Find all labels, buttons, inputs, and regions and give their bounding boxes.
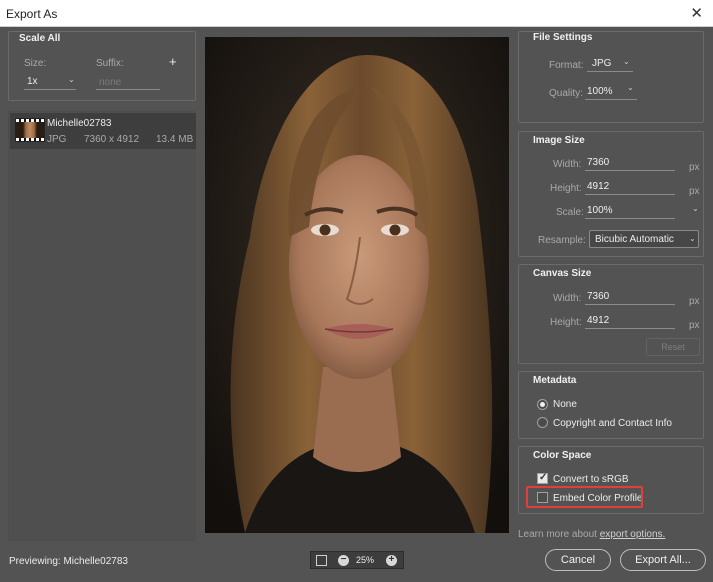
zoom-out-icon[interactable]: − [338, 555, 349, 566]
format-value: JPG [592, 58, 612, 69]
cancel-button[interactable]: Cancel [545, 549, 611, 571]
suffix-input[interactable]: none [96, 75, 160, 90]
metadata-title: Metadata [533, 375, 577, 386]
zoom-controls: − 25% + [310, 551, 404, 569]
chevron-down-icon: ⌄ [623, 57, 630, 66]
scale-input[interactable]: 100% [585, 205, 675, 219]
previewing-label: Previewing: Michelle02783 [9, 556, 128, 567]
metadata-none-label: None [553, 399, 577, 410]
chevron-down-icon: ⌄ [689, 234, 696, 243]
scale-all-title: Scale All [19, 33, 61, 44]
chevron-down-icon[interactable]: ⌄ [692, 204, 699, 213]
learn-more-text: Learn more about export options. [518, 529, 665, 540]
resample-label: Resample: [538, 235, 586, 246]
metadata-none-radio[interactable] [537, 399, 548, 410]
image-width-input[interactable]: 7360 [585, 157, 675, 171]
image-height-unit: px [689, 186, 700, 197]
canvas-height-input[interactable]: 4912 [585, 315, 675, 329]
scale-label: Scale: [556, 207, 584, 218]
chevron-down-icon: ⌄ [627, 83, 634, 92]
image-size-title: Image Size [533, 135, 585, 146]
canvas-height-label: Height: [550, 317, 582, 328]
image-preview[interactable] [205, 37, 509, 533]
size-dropdown[interactable]: 1x ⌄ [24, 75, 76, 90]
file-settings-title: File Settings [533, 32, 593, 43]
file-format: JPG [47, 134, 67, 145]
file-settings-group: File Settings Format: JPG ⌄ Quality: 100… [518, 31, 704, 123]
left-panel: Scale All Size: Suffix: + 1x ⌄ none Mich… [8, 31, 196, 541]
close-icon[interactable]: ✕ [690, 4, 703, 22]
scale-all-group: Scale All Size: Suffix: + 1x ⌄ none [8, 31, 196, 101]
chevron-down-icon: ⌄ [68, 75, 75, 84]
image-width-unit: px [689, 162, 700, 173]
file-size: 13.4 MB [156, 134, 194, 145]
title-bar: Export As ✕ [0, 0, 713, 27]
export-all-button[interactable]: Export All... [620, 549, 706, 571]
canvas-height-unit: px [689, 320, 700, 331]
canvas-width-label: Width: [553, 293, 582, 304]
canvas-width-unit: px [689, 296, 700, 307]
color-space-title: Color Space [533, 450, 592, 461]
file-list: Michelle02783 JPG 7360 x 4912 13.4 MB [8, 111, 196, 541]
format-dropdown[interactable]: JPG ⌄ [587, 56, 633, 72]
image-height-input[interactable]: 4912 [585, 181, 675, 195]
suffix-label: Suffix: [96, 58, 124, 69]
size-label: Size: [24, 58, 47, 69]
learn-more-prefix: Learn more about [518, 529, 597, 540]
quality-label: Quality: [549, 88, 583, 99]
file-dimensions: 7360 x 4912 [84, 134, 140, 145]
file-thumbnail [15, 118, 45, 142]
quality-value: 100% [587, 86, 613, 97]
metadata-copyright-radio[interactable] [537, 417, 548, 428]
export-options-link[interactable]: export options. [600, 529, 666, 540]
highlight-box [526, 486, 643, 508]
convert-srgb-label: Convert to sRGB [553, 474, 629, 485]
resample-value: Bicubic Automatic [595, 234, 674, 245]
fit-to-window-icon[interactable] [316, 555, 327, 566]
zoom-level: 25% [356, 555, 375, 565]
add-scale-icon[interactable]: + [169, 54, 177, 69]
portrait-image [205, 37, 509, 533]
convert-srgb-checkbox[interactable] [537, 472, 548, 484]
metadata-copyright-label: Copyright and Contact Info [553, 418, 672, 429]
list-item[interactable]: Michelle02783 JPG 7360 x 4912 13.4 MB [10, 113, 196, 149]
canvas-size-title: Canvas Size [533, 268, 592, 279]
image-width-label: Width: [553, 159, 582, 170]
size-value: 1x [27, 76, 38, 87]
resample-dropdown[interactable]: Bicubic Automatic ⌄ [589, 230, 699, 248]
canvas-width-input[interactable]: 7360 [585, 291, 675, 305]
quality-dropdown[interactable]: 100% ⌄ [585, 83, 637, 100]
file-name: Michelle02783 [47, 118, 112, 129]
suffix-placeholder: none [99, 77, 122, 88]
metadata-group: Metadata None Copyright and Contact Info [518, 371, 704, 439]
reset-button[interactable]: Reset [646, 338, 700, 356]
image-height-label: Height: [550, 183, 582, 194]
image-size-group: Image Size Width: 7360 px Height: 4912 p… [518, 131, 704, 257]
window-title: Export As [6, 7, 58, 21]
format-label: Format: [549, 60, 584, 71]
zoom-in-icon[interactable]: + [386, 555, 397, 566]
